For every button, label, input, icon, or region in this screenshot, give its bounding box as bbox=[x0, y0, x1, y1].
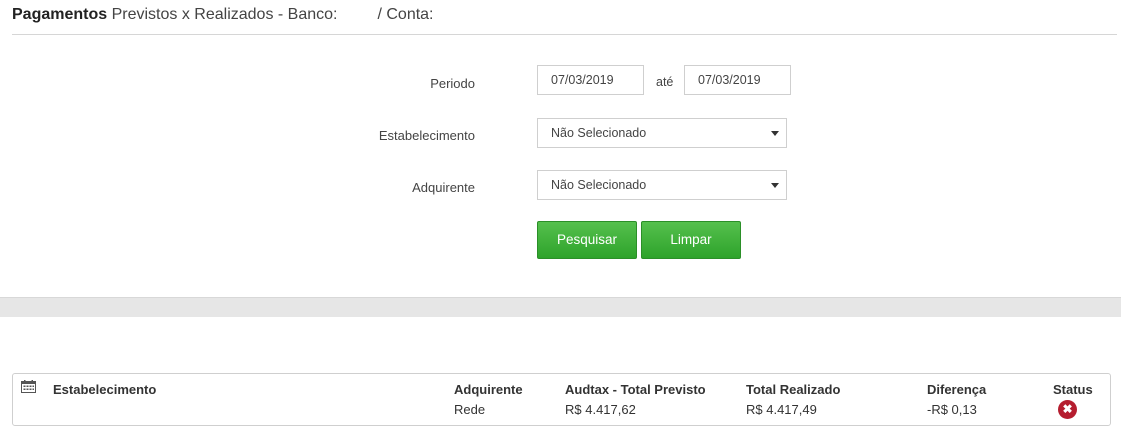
estabelecimento-select[interactable]: Não Selecionado bbox=[537, 118, 787, 148]
col-adquirente: Adquirente bbox=[454, 382, 523, 397]
adquirente-label: Adquirente bbox=[412, 180, 475, 195]
error-x-icon[interactable]: ✖ bbox=[1058, 400, 1077, 419]
date-to-input[interactable]: 07/03/2019 bbox=[684, 65, 791, 95]
col-status: Status bbox=[1053, 382, 1093, 397]
ate-label: até bbox=[656, 75, 674, 89]
section-divider-band bbox=[0, 297, 1121, 317]
chevron-down-icon bbox=[771, 131, 779, 136]
adquirente-select-value: Não Selecionado bbox=[551, 178, 647, 192]
cell-total-previsto: R$ 4.417,62 bbox=[565, 402, 636, 417]
clear-button[interactable]: Limpar bbox=[641, 221, 741, 259]
calendar-icon bbox=[21, 380, 36, 393]
col-estabelecimento: Estabelecimento bbox=[53, 382, 157, 397]
search-button[interactable]: Pesquisar bbox=[537, 221, 637, 259]
page-title-rest: Previstos x Realizados - Banco: bbox=[111, 6, 338, 23]
page-title: Pagamentos Previstos x Realizados - Banc… bbox=[12, 6, 434, 24]
periodo-label: Periodo bbox=[430, 76, 475, 91]
estabelecimento-select-value: Não Selecionado bbox=[551, 126, 647, 140]
estabelecimento-label: Estabelecimento bbox=[378, 128, 475, 143]
col-total-previsto: Audtax - Total Previsto bbox=[565, 382, 706, 397]
cell-adquirente: Rede bbox=[454, 402, 486, 417]
result-card: Estabelecimento Adquirente Audtax - Tota… bbox=[12, 373, 1111, 426]
adquirente-select[interactable]: Não Selecionado bbox=[537, 170, 787, 200]
date-from-input[interactable]: 07/03/2019 bbox=[537, 65, 644, 95]
chevron-down-icon bbox=[771, 183, 779, 188]
page-title-bold: Pagamentos bbox=[12, 6, 108, 23]
col-total-realizado: Total Realizado bbox=[746, 382, 841, 397]
cell-diferenca: -R$ 0,13 bbox=[927, 402, 977, 417]
header-divider bbox=[12, 34, 1117, 35]
conta-label: / Conta: bbox=[377, 6, 434, 23]
cell-total-realizado: R$ 4.417,49 bbox=[746, 402, 817, 417]
col-diferenca: Diferença bbox=[927, 382, 987, 397]
